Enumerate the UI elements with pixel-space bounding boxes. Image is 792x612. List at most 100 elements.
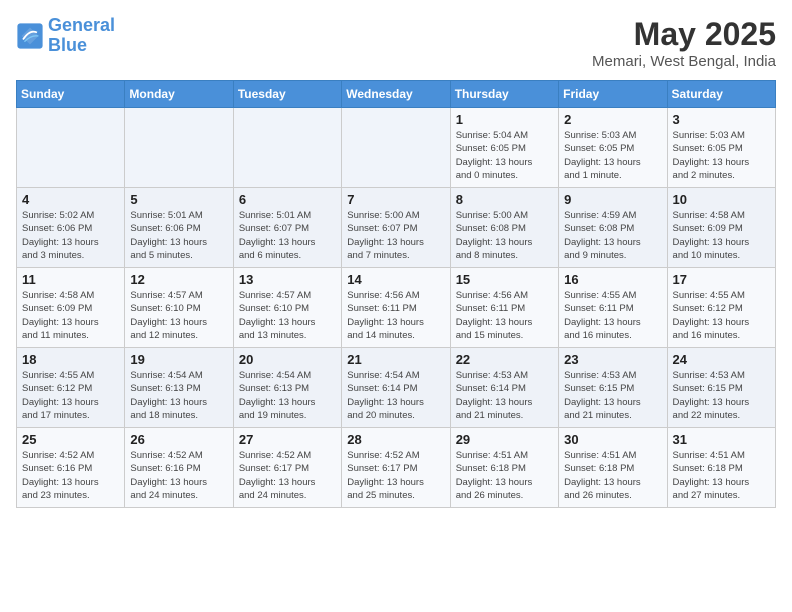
calendar-cell: 13Sunrise: 4:57 AM Sunset: 6:10 PM Dayli…: [233, 268, 341, 348]
day-info: Sunrise: 4:55 AM Sunset: 6:12 PM Dayligh…: [22, 369, 119, 422]
day-info: Sunrise: 4:52 AM Sunset: 6:16 PM Dayligh…: [22, 449, 119, 502]
day-info: Sunrise: 5:00 AM Sunset: 6:08 PM Dayligh…: [456, 209, 553, 262]
calendar-cell: 22Sunrise: 4:53 AM Sunset: 6:14 PM Dayli…: [450, 348, 558, 428]
day-info: Sunrise: 4:54 AM Sunset: 6:14 PM Dayligh…: [347, 369, 444, 422]
calendar-cell: 14Sunrise: 4:56 AM Sunset: 6:11 PM Dayli…: [342, 268, 450, 348]
day-info: Sunrise: 4:58 AM Sunset: 6:09 PM Dayligh…: [673, 209, 770, 262]
calendar-cell: [342, 108, 450, 188]
calendar-cell: 24 Sunrise: 4:53 AM Sunset: 6:15 PM Dayli…: [667, 348, 775, 428]
day-number: 20: [239, 352, 336, 367]
day-number: 16: [564, 272, 661, 287]
day-info: Sunrise: 4:55 AM Sunset: 6:11 PM Dayligh…: [564, 289, 661, 342]
day-number: 28: [347, 432, 444, 447]
calendar-cell: 8 Sunrise: 5:00 AM Sunset: 6:08 PM Daylig…: [450, 188, 558, 268]
calendar-cell: 18 Sunrise: 4:55 AM Sunset: 6:12 PM Dayli…: [17, 348, 125, 428]
weekday-header: Monday: [125, 81, 233, 108]
day-info: Sunrise: 4:53 AM Sunset: 6:14 PM Dayligh…: [456, 369, 553, 422]
day-number: 15: [456, 272, 553, 287]
day-number: 4: [22, 192, 119, 207]
weekday-header: Thursday: [450, 81, 558, 108]
logo-text: General Blue: [48, 16, 115, 56]
day-number: 18: [22, 352, 119, 367]
day-number: 27: [239, 432, 336, 447]
calendar-cell: 16 Sunrise: 4:55 AM Sunset: 6:11 PM Dayli…: [559, 268, 667, 348]
day-info: Sunrise: 4:52 AM Sunset: 6:16 PM Dayligh…: [130, 449, 227, 502]
day-info: Sunrise: 5:02 AM Sunset: 6:06 PM Dayligh…: [22, 209, 119, 262]
day-number: 6: [239, 192, 336, 207]
calendar-cell: 17 Sunrise: 4:55 AM Sunset: 6:12 PM Dayli…: [667, 268, 775, 348]
day-info: Sunrise: 4:54 AM Sunset: 6:13 PM Dayligh…: [239, 369, 336, 422]
weekday-header: Saturday: [667, 81, 775, 108]
day-info: Sunrise: 4:53 AM Sunset: 6:15 PM Dayligh…: [673, 369, 770, 422]
calendar-cell: 6 Sunrise: 5:01 AM Sunset: 6:07 PM Daylig…: [233, 188, 341, 268]
calendar-week-row: 1 Sunrise: 5:04 AM Sunset: 6:05 PM Daylig…: [17, 108, 776, 188]
day-info: Sunrise: 5:00 AM Sunset: 6:07 PM Dayligh…: [347, 209, 444, 262]
calendar-week-row: 11Sunrise: 4:58 AM Sunset: 6:09 PM Dayli…: [17, 268, 776, 348]
calendar-table: SundayMondayTuesdayWednesdayThursdayFrid…: [16, 80, 776, 508]
day-info: Sunrise: 5:03 AM Sunset: 6:05 PM Dayligh…: [673, 129, 770, 182]
day-info: Sunrise: 4:56 AM Sunset: 6:11 PM Dayligh…: [456, 289, 553, 342]
day-number: 31: [673, 432, 770, 447]
day-info: Sunrise: 4:57 AM Sunset: 6:10 PM Dayligh…: [130, 289, 227, 342]
day-number: 25: [22, 432, 119, 447]
calendar-cell: 10 Sunrise: 4:58 AM Sunset: 6:09 PM Dayli…: [667, 188, 775, 268]
calendar-cell: 7 Sunrise: 5:00 AM Sunset: 6:07 PM Daylig…: [342, 188, 450, 268]
day-number: 7: [347, 192, 444, 207]
calendar-cell: 29Sunrise: 4:51 AM Sunset: 6:18 PM Dayli…: [450, 428, 558, 508]
calendar-cell: 3 Sunrise: 5:03 AM Sunset: 6:05 PM Daylig…: [667, 108, 775, 188]
weekday-header: Tuesday: [233, 81, 341, 108]
page-header: General Blue May 2025 Memari, West Benga…: [16, 16, 776, 70]
calendar-cell: 28 Sunrise: 4:52 AM Sunset: 6:17 PM Dayli…: [342, 428, 450, 508]
calendar-cell: 20 Sunrise: 4:54 AM Sunset: 6:13 PM Dayli…: [233, 348, 341, 428]
day-number: 19: [130, 352, 227, 367]
day-info: Sunrise: 4:53 AM Sunset: 6:15 PM Dayligh…: [564, 369, 661, 422]
calendar-week-row: 25 Sunrise: 4:52 AM Sunset: 6:16 PM Dayli…: [17, 428, 776, 508]
day-number: 10: [673, 192, 770, 207]
weekday-header: Friday: [559, 81, 667, 108]
calendar-header-row: SundayMondayTuesdayWednesdayThursdayFrid…: [17, 81, 776, 108]
calendar-cell: [233, 108, 341, 188]
day-info: Sunrise: 4:51 AM Sunset: 6:18 PM Dayligh…: [456, 449, 553, 502]
day-info: Sunrise: 5:04 AM Sunset: 6:05 PM Dayligh…: [456, 129, 553, 182]
day-number: 24: [673, 352, 770, 367]
day-number: 8: [456, 192, 553, 207]
day-info: Sunrise: 5:01 AM Sunset: 6:06 PM Dayligh…: [130, 209, 227, 262]
day-number: 1: [456, 112, 553, 127]
calendar-cell: 26Sunrise: 4:52 AM Sunset: 6:16 PM Dayli…: [125, 428, 233, 508]
day-info: Sunrise: 4:52 AM Sunset: 6:17 PM Dayligh…: [347, 449, 444, 502]
calendar-week-row: 18 Sunrise: 4:55 AM Sunset: 6:12 PM Dayli…: [17, 348, 776, 428]
day-number: 17: [673, 272, 770, 287]
day-number: 3: [673, 112, 770, 127]
day-number: 5: [130, 192, 227, 207]
day-info: Sunrise: 5:01 AM Sunset: 6:07 PM Dayligh…: [239, 209, 336, 262]
calendar-cell: 31 Sunrise: 4:51 AM Sunset: 6:18 PM Dayli…: [667, 428, 775, 508]
calendar-cell: 12Sunrise: 4:57 AM Sunset: 6:10 PM Dayli…: [125, 268, 233, 348]
calendar-cell: 21 Sunrise: 4:54 AM Sunset: 6:14 PM Dayli…: [342, 348, 450, 428]
day-number: 21: [347, 352, 444, 367]
calendar-cell: 5 Sunrise: 5:01 AM Sunset: 6:06 PM Daylig…: [125, 188, 233, 268]
day-info: Sunrise: 4:51 AM Sunset: 6:18 PM Dayligh…: [564, 449, 661, 502]
calendar-week-row: 4 Sunrise: 5:02 AM Sunset: 6:06 PM Daylig…: [17, 188, 776, 268]
calendar-cell: 4 Sunrise: 5:02 AM Sunset: 6:06 PM Daylig…: [17, 188, 125, 268]
day-info: Sunrise: 4:51 AM Sunset: 6:18 PM Dayligh…: [673, 449, 770, 502]
calendar-cell: 23 Sunrise: 4:53 AM Sunset: 6:15 PM Dayli…: [559, 348, 667, 428]
calendar-cell: 11Sunrise: 4:58 AM Sunset: 6:09 PM Dayli…: [17, 268, 125, 348]
day-info: Sunrise: 4:54 AM Sunset: 6:13 PM Dayligh…: [130, 369, 227, 422]
day-number: 11: [22, 272, 119, 287]
day-number: 13: [239, 272, 336, 287]
day-number: 14: [347, 272, 444, 287]
logo-icon: [16, 22, 44, 50]
calendar-cell: 25 Sunrise: 4:52 AM Sunset: 6:16 PM Dayli…: [17, 428, 125, 508]
month-title: May 2025: [592, 16, 776, 53]
day-info: Sunrise: 5:03 AM Sunset: 6:05 PM Dayligh…: [564, 129, 661, 182]
day-info: Sunrise: 4:52 AM Sunset: 6:17 PM Dayligh…: [239, 449, 336, 502]
location-title: Memari, West Bengal, India: [592, 53, 776, 70]
calendar-cell: 2 Sunrise: 5:03 AM Sunset: 6:05 PM Daylig…: [559, 108, 667, 188]
day-number: 30: [564, 432, 661, 447]
day-number: 23: [564, 352, 661, 367]
day-info: Sunrise: 4:55 AM Sunset: 6:12 PM Dayligh…: [673, 289, 770, 342]
calendar-cell: 1 Sunrise: 5:04 AM Sunset: 6:05 PM Daylig…: [450, 108, 558, 188]
day-number: 9: [564, 192, 661, 207]
calendar-cell: 15 Sunrise: 4:56 AM Sunset: 6:11 PM Dayli…: [450, 268, 558, 348]
day-number: 2: [564, 112, 661, 127]
